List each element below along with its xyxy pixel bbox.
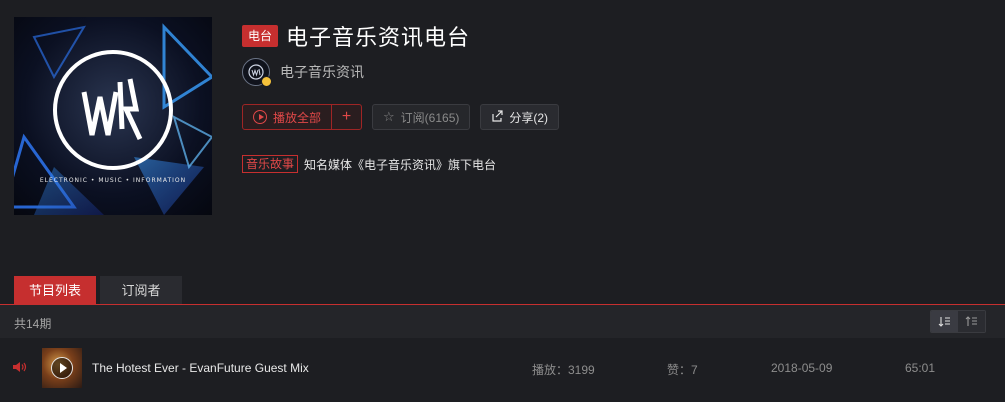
share-icon (491, 109, 503, 125)
episode-count: 共14期 (14, 317, 52, 331)
tab-bar: 节目列表 订阅者 (14, 276, 186, 305)
category-tag[interactable]: 音乐故事 (242, 155, 299, 173)
sort-asc-button[interactable] (958, 311, 985, 332)
radio-type-tag: 电台 (242, 25, 279, 47)
subscribe-button[interactable]: ☆ 订阅(6165) (372, 104, 471, 130)
program-plays: 播放：3199 (532, 363, 595, 377)
circle-play-icon (253, 110, 267, 124)
program-title[interactable]: The Hotest Ever - EvanFuture Guest Mix (92, 361, 309, 375)
sort-asc-icon (965, 316, 977, 326)
speaker-icon (12, 361, 28, 376)
sort-desc-button[interactable] (931, 311, 958, 332)
creator-row: 电子音乐资讯 (242, 58, 364, 87)
description-row: 音乐故事 知名媒体《电子音乐资讯》旗下电台 (242, 155, 496, 173)
sort-toggle (930, 310, 986, 333)
cover-art-graphic (14, 23, 212, 215)
creator-avatar[interactable] (242, 58, 272, 87)
play-all-label: 播放全部 (273, 110, 322, 125)
program-likes: 赞：7 (667, 363, 698, 377)
tab-program-list[interactable]: 节目列表 (14, 276, 96, 305)
radio-title: 电子音乐资讯电台 (286, 25, 471, 50)
add-to-playlist-button[interactable]: + (331, 105, 361, 129)
subscribe-label: 订阅(6165) (400, 110, 460, 125)
tab-subscribers[interactable]: 订阅者 (100, 276, 182, 305)
title-row: 电台 电子音乐资讯电台 (242, 20, 470, 52)
list-header: 共14期 (0, 305, 1005, 338)
program-thumbnail[interactable] (42, 348, 82, 388)
share-label: 分享(2) (509, 110, 549, 125)
share-button[interactable]: 分享(2) (480, 104, 560, 130)
star-icon: ☆ (383, 109, 395, 124)
creator-name-link[interactable]: 电子音乐资讯 (280, 62, 364, 82)
radio-description: 知名媒体《电子音乐资讯》旗下电台 (304, 157, 497, 172)
program-duration: 65:01 (905, 361, 936, 375)
program-date: 2018-05-09 (771, 361, 833, 375)
vip-badge-icon (261, 76, 272, 87)
play-all-group: 播放全部 + (242, 104, 363, 130)
cover-caption: ELECTRONIC • MUSIC • INFORMATION (39, 177, 187, 184)
action-buttons: 播放全部 + ☆ 订阅(6165) 分享(2) (242, 104, 569, 130)
radio-cover-image: ELECTRONIC • MUSIC • INFORMATION (14, 17, 212, 215)
play-all-button[interactable]: 播放全部 (243, 105, 331, 129)
sort-desc-icon (938, 317, 950, 327)
list-item[interactable]: The Hotest Ever - EvanFuture Guest Mix 播… (0, 340, 1005, 396)
play-icon[interactable] (51, 357, 73, 379)
